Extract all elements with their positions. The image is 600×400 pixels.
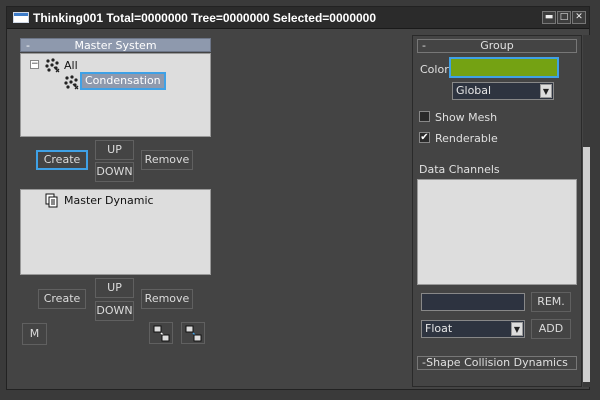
collapse-icon: -	[422, 39, 426, 52]
group-up-button[interactable]: UP	[95, 140, 134, 160]
create-group-button[interactable]: Create	[36, 150, 88, 170]
particle-group-icon	[64, 75, 79, 90]
dynamic-up-button[interactable]: UP	[95, 278, 134, 298]
shape-collision-dynamics-header[interactable]: - Shape Collision Dynamics	[417, 356, 577, 370]
channel-name-input[interactable]	[421, 293, 525, 311]
window-app-icon	[13, 12, 29, 23]
group-panel-title: Group	[480, 39, 514, 52]
color-swatch[interactable]	[449, 57, 559, 78]
tree-expander-icon[interactable]: −	[30, 60, 39, 69]
list-item-master-dynamic[interactable]: Master Dynamic	[64, 194, 154, 207]
channel-type-value: Float	[425, 322, 453, 335]
scope-dropdown[interactable]: Global ▼	[452, 82, 554, 100]
collapse-icon: -	[422, 356, 426, 369]
m-button[interactable]: M	[22, 323, 47, 345]
data-channels-label: Data Channels	[419, 163, 500, 176]
show-mesh-label: Show Mesh	[435, 111, 498, 124]
particle-group-icon	[45, 58, 60, 73]
dynamic-down-button[interactable]: DOWN	[95, 301, 134, 321]
right-panel-scroll-thumb[interactable]	[583, 147, 590, 382]
create-dynamic-button[interactable]: Create	[38, 289, 86, 309]
color-label: Color	[420, 63, 449, 76]
copy-dynamic-icon	[153, 325, 170, 342]
maximize-button[interactable]: □	[557, 11, 571, 24]
remove-group-button[interactable]: Remove	[141, 150, 193, 170]
close-button[interactable]: ✕	[572, 11, 586, 24]
window-title: Thinking001 Total=0000000 Tree=0000000 S…	[33, 11, 377, 25]
dynamics-list[interactable]: Master Dynamic	[20, 189, 211, 275]
shape-collision-dynamics-title: Shape Collision Dynamics	[426, 356, 568, 369]
right-rollout-panel: - Group Color Global ▼ Show Mesh ✔ Rende…	[412, 35, 582, 387]
renderable-checkbox[interactable]: ✔	[419, 132, 430, 143]
title-bar[interactable]: Thinking001 Total=0000000 Tree=0000000 S…	[7, 7, 589, 29]
scope-value: Global	[456, 84, 492, 97]
chevron-down-icon: ▼	[511, 322, 523, 336]
group-down-button[interactable]: DOWN	[95, 162, 134, 182]
chevron-down-icon: ▼	[540, 84, 552, 98]
data-channels-list[interactable]	[417, 179, 577, 285]
channel-type-dropdown[interactable]: Float ▼	[421, 320, 525, 338]
thinking-window: Thinking001 Total=0000000 Tree=0000000 S…	[6, 6, 590, 390]
master-system-tree[interactable]: − All Condensation	[20, 53, 211, 137]
paste-dynamic-icon	[185, 325, 202, 342]
paste-dynamic-button[interactable]	[181, 322, 205, 344]
remove-dynamic-button[interactable]: Remove	[141, 289, 193, 309]
tree-item-condensation[interactable]: Condensation	[80, 72, 166, 90]
collapse-icon: -	[26, 39, 30, 52]
renderable-label: Renderable	[435, 132, 498, 145]
minimize-button[interactable]: ▬	[542, 11, 556, 24]
rem-button[interactable]: REM.	[531, 292, 571, 312]
dynamic-icon	[45, 193, 58, 208]
group-panel-header[interactable]: - Group	[417, 39, 577, 53]
copy-dynamic-button[interactable]	[149, 322, 173, 344]
master-system-title: Master System	[74, 39, 157, 52]
master-system-header[interactable]: - Master System	[20, 38, 211, 52]
show-mesh-checkbox[interactable]	[419, 111, 430, 122]
add-button[interactable]: ADD	[531, 319, 571, 339]
tree-item-all[interactable]: All	[64, 59, 78, 72]
